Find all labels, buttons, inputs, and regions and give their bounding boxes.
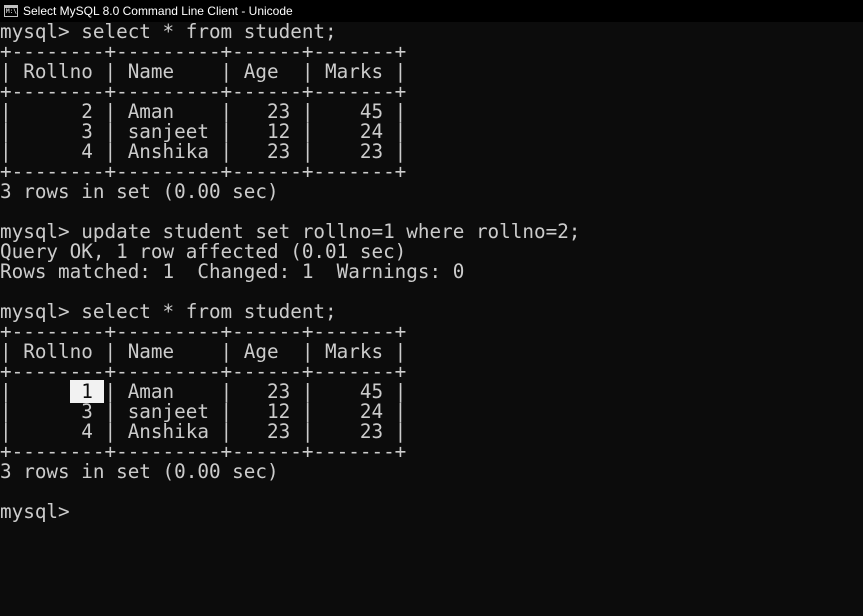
query-info: Rows matched: 1 Changed: 1 Warnings: 0 [0,260,465,283]
table-border: +--------+---------+------+-------+ [0,320,407,343]
console-icon[interactable]: M:\ [4,5,18,17]
console-icon-glyph: M:\ [6,8,17,15]
table-row: | 3 | sanjeet | 12 | 24 | [0,120,407,143]
table-row: | 1 | Aman | 23 | 45 | [0,380,863,403]
table-row: | 4 | Anshika | 23 | 23 | [0,140,407,163]
table-header: | Rollno | Name | Age | Marks | [0,60,407,83]
console-line: mysql> select * from student; [0,300,337,323]
table-header: | Rollno | Name | Age | Marks | [0,340,407,363]
query-status: Query OK, 1 row affected (0.01 sec) [0,240,407,263]
table-row: | 4 | Anshika | 23 | 23 | [0,420,407,443]
console-output[interactable]: mysql> select * from student; +--------+-… [0,22,863,616]
console-line: mysql> update student set rollno=1 where… [0,220,581,243]
table-border: +--------+---------+------+-------+ [0,360,407,383]
console-line: mysql> select * from student; [0,22,337,43]
result-summary: 3 rows in set (0.00 sec) [0,460,279,483]
table-border: +--------+---------+------+-------+ [0,40,407,63]
table-border: +--------+---------+------+-------+ [0,160,407,183]
table-border: +--------+---------+------+-------+ [0,440,407,463]
result-summary: 3 rows in set (0.00 sec) [0,180,279,203]
title-bar[interactable]: M:\ Select MySQL 8.0 Command Line Client… [0,0,863,22]
window-title: Select MySQL 8.0 Command Line Client - U… [23,4,293,18]
table-row: | 3 | sanjeet | 12 | 24 | [0,400,407,423]
table-row: | 2 | Aman | 23 | 45 | [0,100,407,123]
command-prompt[interactable]: mysql> [0,502,863,522]
table-border: +--------+---------+------+-------+ [0,80,407,103]
